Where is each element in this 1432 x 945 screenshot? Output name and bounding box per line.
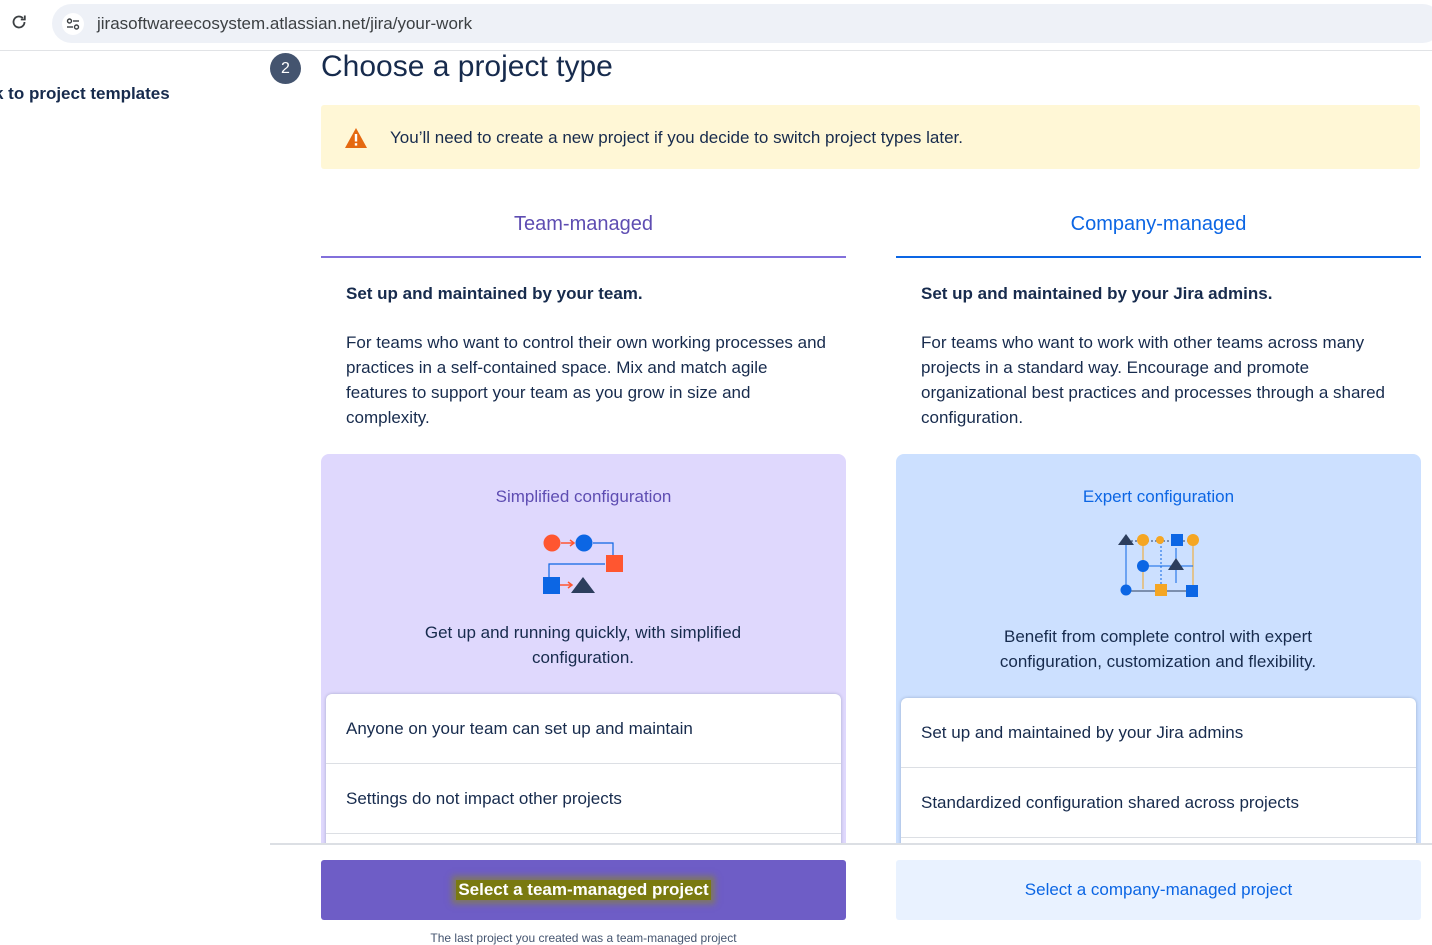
card-title: Expert configuration	[1082, 487, 1235, 506]
tab-team-managed-underline	[321, 256, 846, 258]
team-managed-lead: Set up and maintained by your team.	[346, 284, 643, 303]
warning-text: You’ll need to create a new project if y…	[390, 128, 963, 147]
select-company-managed-button[interactable]: Select a company-managed project	[896, 860, 1421, 920]
reload-icon[interactable]	[8, 11, 30, 33]
last-project-note: The last project you created was a team-…	[430, 931, 737, 945]
company-managed-feature-list: Set up and maintained by your Jira admin…	[901, 698, 1416, 858]
select-team-managed-button[interactable]: Select a team-managed project	[321, 860, 846, 920]
team-managed-description: For teams who want to control their own …	[346, 333, 827, 427]
warning-triangle-icon	[344, 127, 368, 154]
card-text: Get up and running quickly, with simplif…	[424, 623, 742, 667]
list-item: Settings do not impact other projects	[326, 764, 841, 834]
back-to-templates-link[interactable]: k to project templates	[0, 84, 170, 104]
company-managed-column: Company-managed Set up and maintained by…	[896, 190, 1421, 941]
tab-company-managed[interactable]: Company-managed	[896, 190, 1421, 258]
step-number-badge: 2	[270, 53, 301, 84]
company-managed-lead: Set up and maintained by your Jira admin…	[921, 284, 1273, 303]
company-managed-description: For teams who want to work with other te…	[921, 333, 1386, 427]
action-footer: Select a team-managed project Select a c…	[270, 843, 1432, 945]
card-text: Benefit from complete control with exper…	[999, 627, 1317, 671]
expert-configuration-illustration-icon	[1118, 534, 1199, 597]
tab-company-managed-underline	[896, 256, 1421, 258]
simplified-configuration-card: Simplified configuration Get up and runn…	[321, 454, 846, 874]
divider	[0, 50, 1432, 51]
tab-team-managed[interactable]: Team-managed	[321, 190, 846, 258]
expert-configuration-card: Expert configuration Benefit from comple…	[896, 454, 1421, 874]
warning-banner: You’ll need to create a new project if y…	[321, 105, 1420, 169]
list-item: Set up and maintained by your Jira admin…	[901, 698, 1416, 768]
team-managed-feature-list: Anyone on your team can set up and maint…	[326, 694, 841, 854]
simplified-configuration-illustration-icon	[543, 534, 623, 594]
address-bar[interactable]: jirasoftwareecosystem.atlassian.net/jira…	[52, 4, 1432, 43]
list-item: Standardized configuration shared across…	[901, 768, 1416, 838]
url-text[interactable]: jirasoftwareecosystem.atlassian.net/jira…	[97, 14, 472, 34]
site-settings-icon[interactable]	[62, 13, 84, 35]
card-title: Simplified configuration	[495, 487, 672, 506]
list-item: Anyone on your team can set up and maint…	[326, 694, 841, 764]
team-managed-column: Team-managed Set up and maintained by yo…	[321, 190, 846, 941]
page-title: Choose a project type	[321, 50, 613, 83]
browser-toolbar: jirasoftwareecosystem.atlassian.net/jira…	[0, 0, 1432, 48]
select-team-managed-label: Select a team-managed project	[456, 880, 711, 900]
